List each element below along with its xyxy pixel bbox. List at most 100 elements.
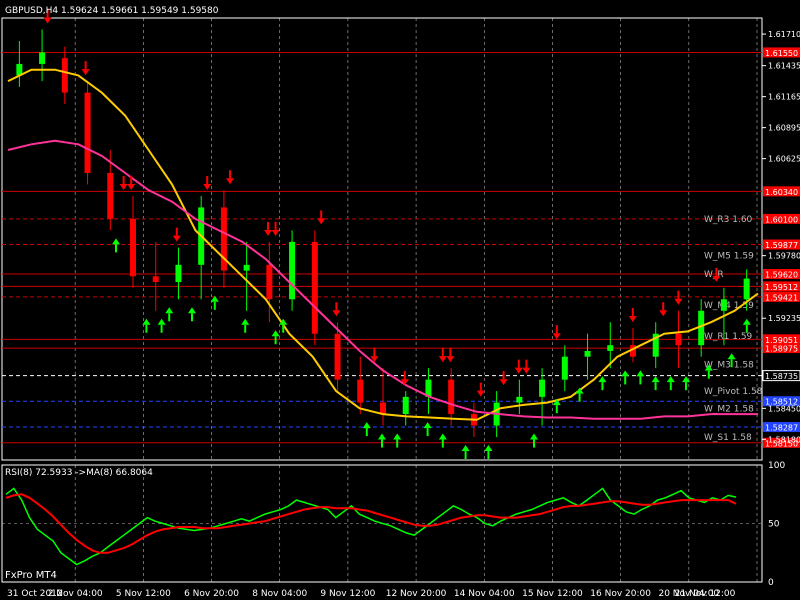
x-tick-label: 5 Nov 12:00 [116,589,171,599]
x-tick-label: 9 Nov 12:00 [320,589,375,599]
buy-signal-arrow-icon [598,376,607,391]
chart-header: GBPUSD,H4 1.59624 1.59661 1.59549 1.5958… [5,6,219,16]
rsi-indicator-pane[interactable]: 100 50 0 [1,461,785,588]
level-price-text: 1.60100 [765,215,798,224]
y-tick-label: 1.61710 [768,30,800,39]
buy-signal-arrow-icon [461,445,470,460]
buy-signal-arrow-icon [362,422,371,437]
candle-body [289,241,296,300]
x-tick-label: 21 Nov 12:00 [675,589,736,599]
x-tick-label: 8 Nov 04:00 [252,589,307,599]
sell-signal-arrow-icon [317,210,326,225]
arrow-head [499,379,508,386]
level-name-label: W_R1 1.59 [704,332,753,342]
x-tick-label: 14 Nov 04:00 [454,589,515,599]
y-tick-label: 1.58180 [768,435,800,444]
sell-signal-arrow-icon [119,175,128,190]
arrow-head [241,318,250,325]
sell-signal-arrow-icon [552,325,561,340]
arrow-head [81,69,90,76]
level-price-text: 1.58287 [765,424,798,433]
buy-signal-arrow-icon [666,376,675,391]
sell-signal-arrow-icon [659,302,668,317]
sell-signal-arrow-icon [271,221,280,236]
buy-signal-arrow-icon [530,433,538,448]
level-price-text: 1.59512 [765,283,798,292]
y-tick-label: 1.58450 [768,404,800,413]
platform-label: FxPro MT4 [5,570,57,581]
level-price-text: 1.59877 [765,241,798,250]
arrow-head [484,445,493,452]
sell-signal-arrow-icon [499,371,508,386]
y-tick-label: 1.60895 [768,124,800,133]
arrow-head [552,333,561,340]
buy-signal-arrow-icon [742,318,751,333]
arrow-head [727,353,736,360]
level-name-label: W_R3 1.60 [704,215,753,225]
level-price-text: 1.59620 [765,271,798,280]
candle-body [743,278,750,300]
sell-signal-arrow-icon [476,382,485,397]
arrow-head [393,433,402,440]
buy-signal-arrow-icon [378,433,386,448]
rsi-y-tick-label: 50 [768,520,780,530]
arrow-head [271,229,280,236]
arrow-head [659,310,668,317]
level-price-text: 1.59421 [765,293,798,302]
candle-body [675,333,682,346]
price-chart[interactable]: 31 Oct 20122 Nov 04:00 5 Nov 12:00 6 Nov 2… [0,0,800,600]
sell-signal-arrow-icon [264,221,272,236]
candle-body [152,276,159,283]
level-name-label: W_S1 1.58 [704,433,752,443]
arrow-head [636,370,645,377]
level-name-label: W_Pivot 1.58 [704,387,763,397]
y-tick-label: 1.59235 [768,314,800,323]
rsi-y-tick-label: 0 [768,578,774,588]
buy-signal-arrow-icon [621,370,630,385]
candle-body [448,379,455,415]
buy-signal-arrow-icon [188,307,196,322]
y-tick-label: 1.59780 [768,252,800,261]
arrow-head [378,433,386,440]
level-price-text: 1.61550 [765,49,798,58]
arrow-head [271,330,280,337]
arrow-head [119,183,128,190]
arrow-head [43,17,52,24]
sell-signal-arrow-icon [674,290,683,305]
x-tick-label: 12 Nov 20:00 [386,589,447,599]
arrow-head [127,183,136,190]
buy-signal-arrow-icon [651,376,660,391]
candle-body [539,379,546,397]
arrow-head [172,235,181,242]
buy-signal-arrow-icon [636,370,645,385]
buy-signal-arrow-icon [423,422,432,437]
buy-signal-arrow-icon [241,318,250,333]
sell-signal-arrow-icon [226,170,234,185]
candle-body [130,218,136,277]
candle-body [357,379,364,403]
x-tick-label: 2 Nov 04:00 [48,589,103,599]
sell-signal-arrow-icon [628,307,637,322]
candle-body [334,333,341,380]
buy-signal-arrow-icon [112,238,120,253]
candle-body [84,92,91,173]
candle-body [561,356,568,380]
arrow-head [598,376,607,383]
sell-signal-arrow-icon [127,175,136,190]
y-tick-label: 1.61435 [768,62,800,71]
main-price-pane[interactable]: 31 Oct 20122 Nov 04:00 5 Nov 12:00 6 Nov 2… [1,9,800,599]
arrow-head [530,433,538,440]
buy-signal-arrow-icon [393,433,402,448]
y-tick-label: 1.60625 [768,155,800,164]
arrow-head [742,318,751,325]
arrow-head [423,422,432,429]
sell-signal-arrow-icon [438,348,447,363]
arrow-head [461,445,470,452]
candle-body [584,350,591,357]
sell-signal-arrow-icon [172,227,181,242]
buy-signal-arrow-icon [271,330,280,345]
level-price-text: 1.58975 [765,345,798,354]
candle-body [266,264,273,300]
arrow-head [651,376,660,383]
y-tick-label: 1.61165 [768,93,800,102]
